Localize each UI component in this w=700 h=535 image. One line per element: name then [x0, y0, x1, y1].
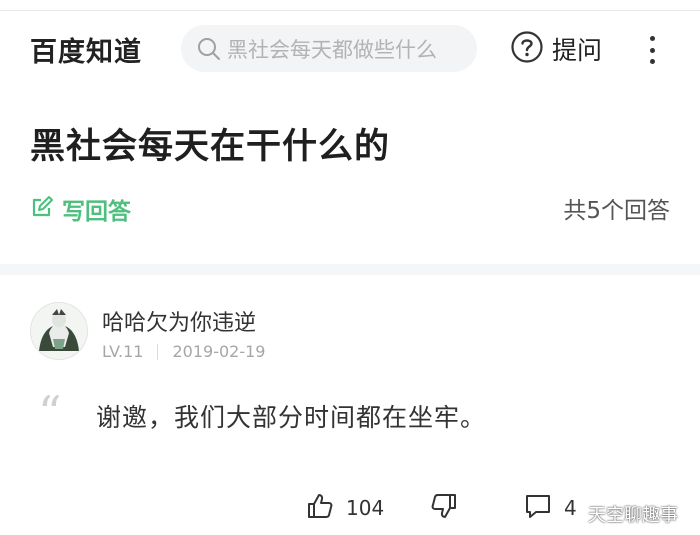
dislike-button[interactable]	[430, 490, 458, 526]
question-circle-icon	[510, 30, 544, 68]
brand-logo[interactable]: 百度知道	[30, 30, 142, 69]
comment-count: 4	[564, 496, 577, 520]
answer-date: 2019-02-19	[172, 342, 266, 361]
avatar[interactable]	[30, 302, 88, 360]
thumbs-down-icon	[430, 492, 458, 524]
write-answer-label: 写回答	[62, 199, 131, 225]
ask-label: 提问	[552, 36, 603, 65]
answer-meta: LV.11 2019-02-19	[102, 342, 265, 361]
more-vertical-icon[interactable]	[640, 36, 664, 64]
top-bar: 百度知道 黑社会每天都做些什么 提问	[0, 0, 700, 96]
meta-divider	[157, 343, 159, 360]
ask-button[interactable]: 提问	[510, 30, 602, 68]
search-bar[interactable]: 黑社会每天都做些什么	[181, 25, 477, 72]
edit-icon	[30, 195, 54, 223]
top-divider	[0, 10, 700, 11]
thumbs-up-icon	[306, 492, 334, 524]
like-button[interactable]: 104	[306, 490, 384, 526]
section-separator	[0, 264, 700, 275]
comment-button[interactable]: 4	[524, 490, 577, 526]
answer-text: 谢邀，我们大部分时间都在坐牢。	[96, 403, 487, 432]
search-placeholder: 黑社会每天都做些什么	[227, 37, 437, 62]
comment-icon	[524, 492, 552, 524]
answer-count[interactable]: 共5个回答	[563, 191, 670, 225]
question-title: 黑社会每天在干什么的	[30, 127, 391, 167]
watermark: 天空聊趣事	[588, 505, 678, 526]
write-answer-button[interactable]: 写回答	[30, 192, 131, 226]
search-icon	[195, 35, 223, 63]
answer-username[interactable]: 哈哈欠为你违逆	[102, 305, 256, 337]
quote-icon: “	[38, 386, 62, 440]
user-level: LV.11	[102, 342, 144, 361]
like-count: 104	[346, 496, 385, 520]
